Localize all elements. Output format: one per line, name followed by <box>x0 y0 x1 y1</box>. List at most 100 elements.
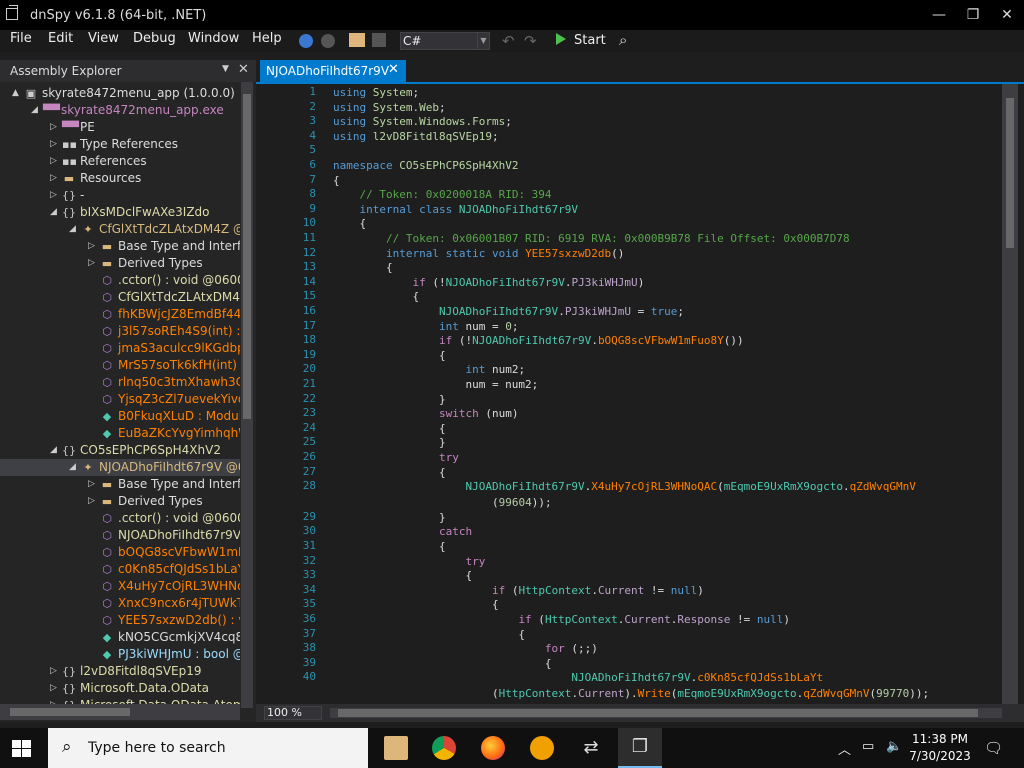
tree-row-label: XnxC9ncx6r4jTUWkTZ <box>118 596 240 610</box>
tree-row-label: YjsqZ3cZl7uevekYivo( <box>118 392 240 406</box>
network-icon[interactable]: ▭ <box>862 739 874 754</box>
menu-view[interactable]: View <box>88 31 119 46</box>
line-number: 33 <box>302 568 316 582</box>
field-icon: ◆ <box>102 648 112 661</box>
expand-toggle-icon[interactable]: ▷ <box>50 190 60 200</box>
code-editor[interactable]: 1 using System; 2 using System.Web; 3 using S… <box>256 84 1002 704</box>
expand-toggle-icon[interactable]: ◢ <box>50 207 60 217</box>
search-icon[interactable]: ⌕ <box>619 31 627 53</box>
menu-debug[interactable]: Debug <box>133 31 176 46</box>
chrome-icon[interactable] <box>432 736 456 760</box>
close-button[interactable]: ✕ <box>990 0 1024 30</box>
expand-toggle-icon[interactable]: ◢ <box>69 462 79 472</box>
scrollbar-thumb[interactable] <box>10 708 130 716</box>
expand-toggle-icon[interactable]: ▷ <box>88 241 98 251</box>
scrollbar-thumb[interactable] <box>338 709 978 717</box>
tree-row-label: c0Kn85cfQJdSs1bLaYt <box>118 562 240 576</box>
tab-njoadhofiihdt67r9v[interactable]: NJOADhoFiIhdt67r9V ✕ <box>260 60 406 82</box>
line-number: 9 <box>309 201 316 215</box>
zoom-value: 100 % <box>267 706 302 719</box>
line-number: 11 <box>302 231 316 244</box>
method-icon: ⬡ <box>102 308 112 321</box>
volume-icon[interactable]: 🔈 <box>886 739 902 754</box>
firefox-icon[interactable] <box>481 736 505 760</box>
method-icon: ⬡ <box>102 529 112 542</box>
code-line: { <box>333 173 340 187</box>
scrollbar-thumb[interactable] <box>243 94 251 419</box>
expand-toggle-icon[interactable]: ◢ <box>50 445 60 455</box>
close-icon[interactable]: ✕ <box>238 62 249 77</box>
tree-horizontal-scrollbar[interactable] <box>0 704 240 720</box>
file-explorer-icon[interactable] <box>384 736 408 760</box>
panel-title: Assembly Explorer <box>10 64 122 78</box>
tree-row-label: Resources <box>80 171 142 185</box>
code-line: } <box>333 510 446 524</box>
line-number: 23 <box>302 406 316 420</box>
expand-toggle-icon[interactable]: ▷ <box>88 496 98 506</box>
code-line: if (!NJOADhoFiIhdt67r9V.bOQG8scVFbwW1mFu… <box>438 334 744 348</box>
chevron-down-icon[interactable]: ▼ <box>222 64 229 74</box>
expand-toggle-icon[interactable]: ▷ <box>50 122 60 132</box>
namespace-icon: {} <box>62 682 76 695</box>
expand-toggle-icon[interactable]: ▷ <box>50 666 60 676</box>
expand-toggle-icon[interactable]: ▷ <box>88 258 98 268</box>
menu-file[interactable]: File <box>10 31 32 46</box>
redo-icon[interactable]: ↷ <box>524 32 537 54</box>
windows-start-icon[interactable] <box>12 740 32 757</box>
scrollbar-thumb[interactable] <box>1006 98 1014 248</box>
chevron-up-icon[interactable]: ︿ <box>838 739 851 758</box>
undo-icon[interactable]: ↶ <box>502 32 515 54</box>
expand-toggle-icon[interactable]: ▷ <box>50 173 60 183</box>
code-line: { <box>333 540 446 553</box>
dnspy-taskbar-icon[interactable]: ⇄ <box>579 736 603 760</box>
namespace-icon: {} <box>62 189 76 202</box>
tree-row-label: Base Type and Interfac <box>118 477 240 491</box>
line-number: 38 <box>302 641 316 655</box>
expand-toggle-icon[interactable]: ◢ <box>69 224 79 234</box>
expand-toggle-icon[interactable]: ▷ <box>50 156 60 166</box>
folder-icon: ▬ <box>101 478 113 491</box>
line-number: 12 <box>302 245 316 259</box>
expand-toggle-icon[interactable]: ◢ <box>31 105 41 115</box>
tree-row-label: Microsoft.Data.OData <box>80 681 209 695</box>
line-number: 32 <box>302 553 316 567</box>
restore-button[interactable]: ❐ <box>956 0 990 30</box>
expand-toggle-icon[interactable]: ▲ <box>12 88 22 98</box>
back-icon[interactable] <box>299 34 313 48</box>
forward-icon[interactable] <box>321 34 335 48</box>
zoom-select[interactable]: 100 % <box>264 706 322 720</box>
brave-icon[interactable] <box>530 736 554 760</box>
minimize-button[interactable]: — <box>922 0 956 30</box>
code-line: internal class NJOADhoFiIhdt67r9V <box>359 202 579 216</box>
save-all-icon[interactable] <box>372 33 386 47</box>
line-number: 14 <box>302 274 316 288</box>
close-icon[interactable]: ✕ <box>388 62 399 77</box>
code-line: if (HttpContext.Current.Response != null… <box>518 613 791 626</box>
editor-vertical-scrollbar[interactable] <box>1002 84 1018 704</box>
tree-vertical-scrollbar[interactable] <box>241 82 253 708</box>
notification-icon[interactable]: 🗨 <box>984 739 1003 757</box>
tree-row-label: skyrate8472menu_app.exe <box>61 103 224 117</box>
tree-row-label: Type References <box>80 137 179 151</box>
expand-toggle-icon[interactable]: ▷ <box>50 683 60 693</box>
code-line: { <box>333 598 499 612</box>
line-number: 19 <box>302 347 316 361</box>
start-button[interactable]: Start <box>556 33 606 48</box>
clock[interactable]: 11:38 PM 7/30/2023 <box>908 731 972 765</box>
taskbar-search[interactable]: ⌕ Type here to search <box>48 728 368 768</box>
tree-row-label: .cctor() : void @06001 <box>118 273 240 287</box>
line-number: 39 <box>302 655 316 669</box>
expand-toggle-icon[interactable]: ▷ <box>50 139 60 149</box>
line-number: 13 <box>302 260 316 274</box>
tree-row[interactable]: ◢ ✦ NJOADhoFiIhdt67r9V @02 <box>0 459 240 476</box>
editor-horizontal-scrollbar[interactable] <box>330 708 1002 718</box>
menu-help[interactable]: Help <box>252 31 282 46</box>
tree-row-label: PJ3kiWHJmU : bool @0 <box>118 647 240 661</box>
language-select[interactable]: C# ▼ <box>400 32 490 50</box>
menu-window[interactable]: Window <box>188 31 239 46</box>
active-window-icon[interactable]: ❐ <box>618 728 662 768</box>
code-line: } <box>333 436 446 450</box>
open-icon[interactable] <box>349 33 365 47</box>
expand-toggle-icon[interactable]: ▷ <box>88 479 98 489</box>
menu-edit[interactable]: Edit <box>48 31 73 46</box>
